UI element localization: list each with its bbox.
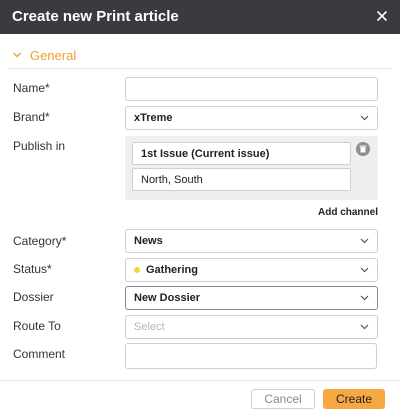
create-button[interactable]: Create bbox=[323, 389, 385, 409]
route-to-placeholder: Select bbox=[134, 321, 165, 333]
dialog-titlebar: Create new Print article bbox=[0, 0, 400, 34]
create-print-article-dialog: Create new Print article General Name* B… bbox=[0, 0, 400, 416]
status-select[interactable]: Gathering bbox=[125, 258, 378, 282]
trash-icon[interactable] bbox=[356, 142, 370, 156]
close-icon[interactable] bbox=[374, 8, 390, 24]
chevron-down-icon bbox=[12, 52, 22, 58]
status-value: Gathering bbox=[146, 264, 198, 276]
chevron-down-icon bbox=[360, 324, 369, 330]
dossier-select[interactable]: New Dossier bbox=[125, 286, 378, 310]
category-value: News bbox=[134, 235, 163, 247]
category-select[interactable]: News bbox=[125, 229, 378, 253]
footer-divider bbox=[0, 380, 400, 381]
chevron-down-icon bbox=[360, 238, 369, 244]
status-dot-icon bbox=[134, 267, 140, 273]
category-label: Category* bbox=[13, 234, 67, 248]
dossier-value: New Dossier bbox=[134, 292, 201, 304]
section-general-label: General bbox=[30, 47, 77, 63]
brand-select[interactable]: xTreme bbox=[125, 106, 378, 130]
section-general-header[interactable]: General bbox=[12, 46, 76, 64]
chevron-down-icon bbox=[360, 295, 369, 301]
status-label: Status* bbox=[13, 262, 52, 276]
name-label: Name* bbox=[13, 81, 50, 95]
cancel-button[interactable]: Cancel bbox=[251, 389, 315, 409]
route-to-select[interactable]: Select bbox=[125, 315, 378, 339]
brand-label: Brand* bbox=[13, 110, 50, 124]
route-to-label: Route To bbox=[13, 319, 61, 333]
name-input[interactable] bbox=[125, 77, 378, 101]
comment-textarea[interactable] bbox=[125, 343, 377, 369]
publish-in-channel: 1st Issue (Current issue) North, South bbox=[125, 136, 378, 200]
issue-field[interactable]: 1st Issue (Current issue) bbox=[132, 142, 351, 165]
chevron-down-icon bbox=[360, 115, 369, 121]
dialog-title: Create new Print article bbox=[12, 8, 179, 25]
dossier-label: Dossier bbox=[13, 290, 54, 304]
editions-field[interactable]: North, South bbox=[132, 168, 351, 191]
publish-in-label: Publish in bbox=[13, 139, 66, 153]
brand-value: xTreme bbox=[134, 112, 173, 124]
add-channel-link[interactable]: Add channel bbox=[318, 207, 378, 218]
chevron-down-icon bbox=[360, 267, 369, 273]
comment-label: Comment bbox=[13, 347, 66, 361]
section-divider bbox=[8, 68, 392, 69]
